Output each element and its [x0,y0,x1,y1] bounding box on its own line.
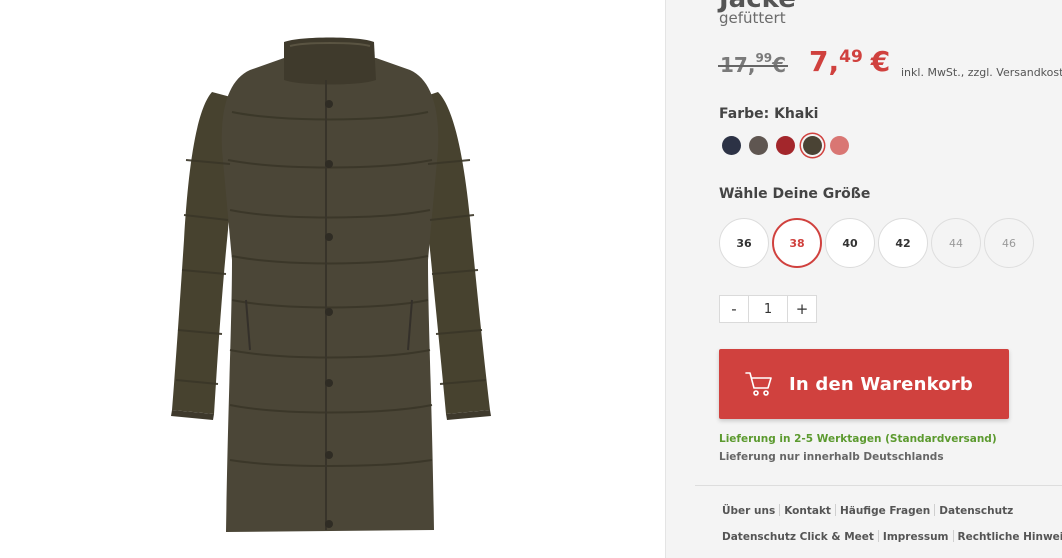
footer-link-privacy-click-meet[interactable]: Datenschutz Click & Meet [722,531,874,543]
size-option-38[interactable]: 38 [772,218,822,268]
add-to-cart-label: In den Warenkorb [788,373,974,395]
swatch-red[interactable] [776,136,795,155]
add-to-cart-button[interactable]: In den Warenkorb [719,349,1009,419]
size-option-42[interactable]: 42 [878,218,928,268]
footer-separator [877,530,879,542]
footer-link-about[interactable]: Über uns [722,505,775,517]
size-option-36[interactable]: 36 [719,218,769,268]
quantity-decrease-button[interactable]: - [719,295,749,323]
sale-price: 7,49 € [809,45,890,78]
swatch-rose[interactable] [830,136,849,155]
footer-separator [934,504,936,516]
footer-separator [952,530,954,542]
old-price: 17,99€ [718,51,789,77]
size-option-46: 46 [984,218,1034,268]
footer-separator [779,504,781,516]
footer-link-privacy[interactable]: Datenschutz [939,505,1013,517]
size-option-44: 44 [931,218,981,268]
swatch-taupe[interactable] [749,136,768,155]
footer-link-imprint[interactable]: Impressum [883,531,949,543]
sale-price-currency: € [870,45,891,78]
color-label: Farbe: Khaki [719,106,819,122]
size-option-40[interactable]: 40 [825,218,875,268]
product-info-panel: Jacke gefüttert 17,99€ 7,49€ inkl. MwSt.… [666,0,1062,558]
quantity-input[interactable]: 1 [749,295,787,323]
tax-note: inkl. MwSt., zzgl. Versandkosten [901,66,1062,79]
product-image-pane [0,0,666,558]
sale-price-cents: 49 [839,47,863,67]
cart-icon [745,371,773,397]
footer-link-faq[interactable]: Häufige Fragen [840,505,930,517]
swatch-navy[interactable] [722,136,741,155]
product-subtitle: gefüttert [719,9,786,27]
footer-link-legal[interactable]: Rechtliche Hinweise [958,531,1062,543]
footer-separator [834,504,836,516]
old-price-cents: 99 [755,51,773,65]
size-label: Wähle Deine Größe [719,186,871,202]
delivery-region-note: Lieferung nur innerhalb Deutschlands [719,451,944,463]
quantity-stepper: - 1 + [719,295,817,323]
product-image-khaki-coat[interactable] [0,0,665,558]
price-strikethrough [718,65,789,67]
delivery-time-note: Lieferung in 2-5 Werktagen (Standardvers… [719,433,997,445]
footer-link-contact[interactable]: Kontakt [784,505,831,517]
swatch-khaki[interactable] [803,136,822,155]
quantity-increase-button[interactable]: + [787,295,817,323]
footer-divider [695,485,1062,486]
sale-price-main: 7, [809,45,840,78]
